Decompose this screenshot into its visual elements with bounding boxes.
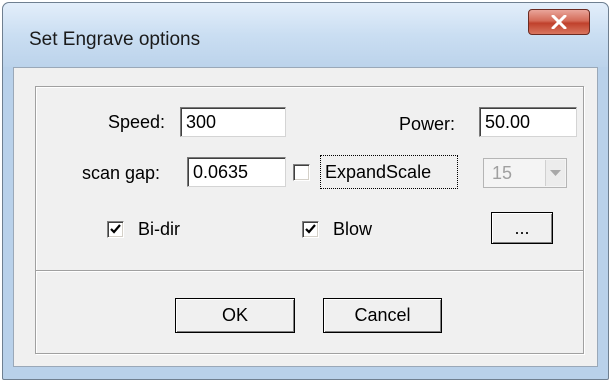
- blow-checkbox[interactable]: [302, 221, 319, 238]
- ok-button[interactable]: OK: [175, 298, 295, 333]
- options-groupbox: Speed: Power: scan gap: ExpandScale 15: [35, 86, 584, 354]
- bi-dir-checkbox[interactable]: [107, 221, 124, 238]
- speed-label: Speed:: [108, 112, 166, 132]
- check-icon: [305, 224, 316, 234]
- scan-gap-input[interactable]: [187, 157, 286, 187]
- close-button[interactable]: [528, 9, 590, 35]
- dialog-client-area: Speed: Power: scan gap: ExpandScale 15: [13, 67, 598, 367]
- cancel-button[interactable]: Cancel: [323, 298, 442, 333]
- blow-label[interactable]: Blow: [333, 219, 372, 240]
- group-divider: [36, 270, 583, 272]
- title-bar[interactable]: Set Engrave options: [3, 3, 608, 67]
- scan-gap-label: scan gap:: [82, 163, 161, 183]
- check-icon: [110, 224, 121, 234]
- speed-input[interactable]: [180, 107, 286, 137]
- expand-scale-label[interactable]: ExpandScale: [325, 162, 431, 183]
- dialog-window: Set Engrave options Speed: Power: scan g…: [2, 2, 609, 380]
- expand-scale-select[interactable]: 15: [483, 158, 567, 188]
- dialog-title: Set Engrave options: [29, 29, 201, 50]
- bi-dir-label[interactable]: Bi-dir: [138, 219, 180, 240]
- power-input[interactable]: [479, 107, 577, 137]
- chevron-down-icon: [550, 170, 561, 176]
- close-icon: [551, 15, 567, 29]
- expand-scale-checkbox[interactable]: [293, 164, 310, 181]
- power-label: Power:: [399, 114, 456, 134]
- more-options-button[interactable]: ...: [491, 212, 553, 244]
- expand-scale-select-value: 15: [492, 163, 513, 183]
- dropdown-button[interactable]: [545, 160, 565, 186]
